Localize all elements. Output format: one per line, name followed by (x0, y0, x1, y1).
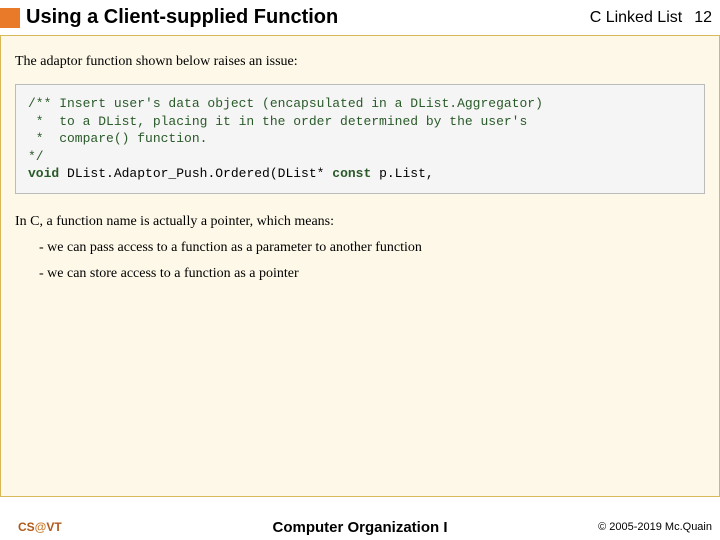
slide-header: Using a Client-supplied Function C Linke… (0, 0, 720, 35)
code-comment-line4: */ (28, 149, 44, 164)
content-area: The adaptor function shown below raises … (0, 35, 720, 497)
intro-text: The adaptor function shown below raises … (15, 54, 705, 70)
code-comment-line2: * to a DList, placing it in the order de… (28, 114, 527, 129)
accent-block (0, 8, 20, 28)
code-tail: p.List, (371, 166, 433, 181)
footer-left: CS@VT (18, 520, 62, 534)
footer-cs: CS (18, 520, 35, 534)
code-comment-line1: /** Insert user's data object (encapsula… (28, 96, 543, 111)
code-comment-line3: * compare() function. (28, 131, 207, 146)
bullet-2: - we can store access to a function as a… (39, 266, 705, 282)
bullet-1: - we can pass access to a function as a … (39, 240, 705, 256)
keyword-void: void (28, 166, 59, 181)
keyword-const: const (332, 166, 371, 181)
code-block: /** Insert user's data object (encapsula… (15, 84, 705, 194)
footer-vt: VT (46, 520, 61, 534)
body-text: In C, a function name is actually a poin… (15, 214, 705, 230)
footer-center: Computer Organization I (272, 519, 447, 536)
footer-right: © 2005-2019 Mc.Quain (598, 521, 712, 533)
slide-subtitle: C Linked List (590, 9, 683, 27)
code-fn: DList.Adaptor_Push.Ordered(DList* (59, 166, 332, 181)
footer-at: @ (35, 520, 47, 534)
page-number: 12 (694, 9, 712, 27)
slide-footer: CS@VT Computer Organization I © 2005-201… (0, 520, 720, 534)
slide-title: Using a Client-supplied Function (26, 6, 590, 29)
